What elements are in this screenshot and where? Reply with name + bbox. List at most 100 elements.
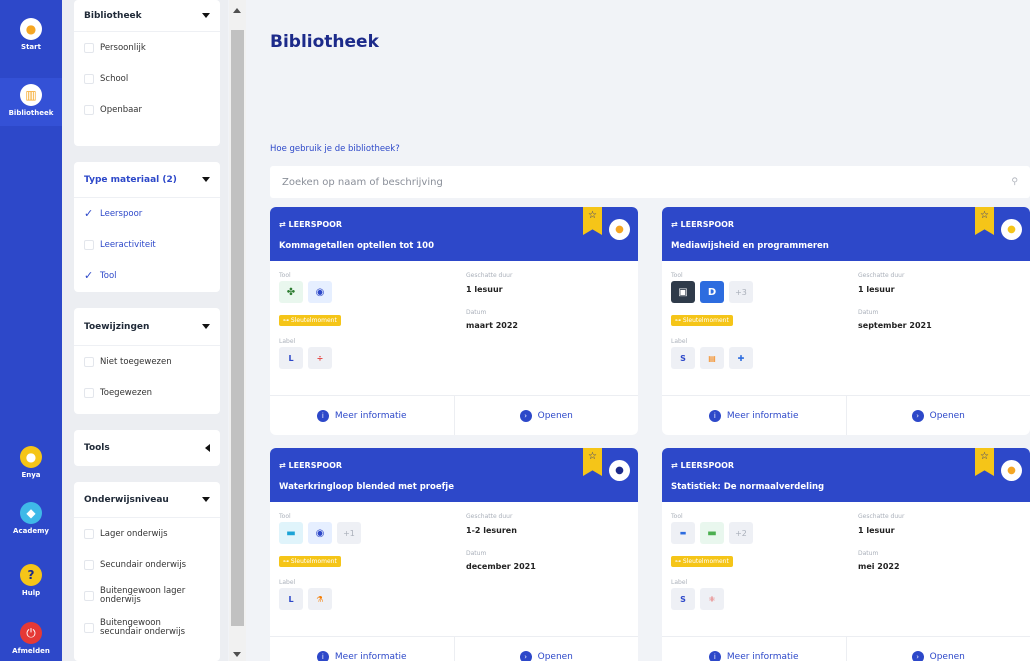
filter-header[interactable]: Onderwijsniveau bbox=[74, 482, 220, 518]
search-input[interactable]: Zoeken op naam of beschrijving ⚲ bbox=[270, 166, 1030, 198]
tool-logo-icon: ◉ bbox=[308, 281, 332, 303]
checkbox[interactable] bbox=[84, 239, 94, 250]
favorite-icon[interactable]: ☆ bbox=[975, 448, 994, 476]
material-card[interactable]: ⇄ LEERSPOOR Waterkringloop blended met p… bbox=[270, 448, 638, 661]
duration-value: 1 lesuur bbox=[858, 285, 895, 294]
card-header: ⇄ LEERSPOOR Waterkringloop blended met p… bbox=[270, 448, 638, 502]
card-title: Waterkringloop blended met proefje bbox=[279, 482, 454, 492]
more-tools-count: +3 bbox=[729, 281, 753, 303]
more-info-button[interactable]: i Meer informatie bbox=[270, 637, 454, 661]
more-info-button[interactable]: i Meer informatie bbox=[270, 396, 454, 435]
material-card[interactable]: ⇄ LEERSPOOR Statistiek: De normaalverdel… bbox=[662, 448, 1030, 661]
tool-logo-icon: ▬ bbox=[700, 522, 724, 544]
more-info-button[interactable]: i Meer informatie bbox=[662, 637, 846, 661]
open-button[interactable]: › Openen bbox=[845, 637, 1030, 661]
material-card[interactable]: ⇄ LEERSPOOR Kommagetallen optellen tot 1… bbox=[270, 207, 638, 435]
scroll-thumb[interactable] bbox=[231, 30, 244, 626]
checkbox[interactable] bbox=[84, 42, 94, 53]
open-button[interactable]: › Openen bbox=[453, 396, 639, 435]
material-card[interactable]: ⇄ LEERSPOOR Mediawijsheid en programmere… bbox=[662, 207, 1030, 435]
filter-type-materiaal: Type materiaal (2) ✓ Leerspoor Leeractivi… bbox=[74, 162, 220, 292]
chevron-left-icon bbox=[205, 444, 210, 452]
card-body: Tool ▣ D +3 ⊶ Sleutelmoment Label S ▤ ✚ … bbox=[662, 261, 1030, 395]
sleutelmoment-badge: ⊶ Sleutelmoment bbox=[671, 315, 733, 326]
help-link[interactable]: Hoe gebruik je de bibliotheek? bbox=[270, 144, 400, 154]
filter-header[interactable]: Type materiaal (2) bbox=[74, 162, 220, 198]
favorite-icon[interactable]: ☆ bbox=[975, 207, 994, 235]
start-logo-icon: ● bbox=[20, 18, 42, 40]
arrow-right-icon: › bbox=[911, 409, 924, 422]
card-header: ⇄ LEERSPOOR Statistiek: De normaalverdel… bbox=[662, 448, 1030, 502]
arrow-right-icon: › bbox=[519, 409, 532, 422]
sleutelmoment-badge: ⊶ Sleutelmoment bbox=[279, 315, 341, 326]
filter-option-leeractiviteit[interactable]: Leeractiviteit bbox=[74, 229, 220, 260]
tool-logo-icon: ◉ bbox=[308, 522, 332, 544]
label-list: S ▤ ✚ bbox=[671, 347, 753, 369]
card-body: Tool ✤ ◉ ⊶ Sleutelmoment Label L ÷ Gesch… bbox=[270, 261, 638, 395]
filter-option-buitengewoon-secundair[interactable]: Buitengewoon secundair onderwijs bbox=[74, 612, 220, 644]
filter-header[interactable]: Toewijzingen bbox=[74, 308, 220, 346]
filter-option-buitengewoon-lager[interactable]: Buitengewoon lager onderwijs bbox=[74, 580, 220, 612]
filter-option-secundair[interactable]: Secundair onderwijs bbox=[74, 549, 220, 580]
more-info-button[interactable]: i Meer informatie bbox=[662, 396, 846, 435]
date-value: december 2021 bbox=[466, 562, 536, 571]
checkbox[interactable] bbox=[84, 387, 94, 398]
filter-header[interactable]: Tools bbox=[74, 430, 220, 466]
help-icon: ? bbox=[20, 564, 42, 586]
tool-list: ✤ ◉ bbox=[279, 281, 332, 303]
owner-avatar: ● bbox=[609, 219, 630, 240]
favorite-icon[interactable]: ☆ bbox=[583, 207, 602, 235]
scroll-down-icon[interactable] bbox=[233, 652, 241, 657]
arrow-right-icon: › bbox=[911, 650, 924, 661]
nav-bibliotheek[interactable]: ▥ Bibliotheek bbox=[0, 78, 62, 126]
open-button[interactable]: › Openen bbox=[845, 396, 1030, 435]
favorite-icon[interactable]: ☆ bbox=[583, 448, 602, 476]
filter-option-lager[interactable]: Lager onderwijs bbox=[74, 518, 220, 549]
checkbox[interactable] bbox=[84, 104, 94, 115]
filter-scrollbar[interactable] bbox=[229, 0, 246, 661]
filter-option-niet-toegewezen[interactable]: Niet toegewezen bbox=[74, 346, 220, 377]
nav-start[interactable]: ● Start bbox=[0, 18, 62, 51]
checkbox[interactable] bbox=[84, 356, 94, 367]
checkmark-icon: ✓ bbox=[84, 207, 94, 220]
filter-onderwijsniveau: Onderwijsniveau Lager onderwijs Secundai… bbox=[74, 482, 220, 661]
nav-hulp[interactable]: ? Hulp bbox=[0, 564, 62, 597]
tool-list: ▬ ▬ +2 bbox=[671, 522, 753, 544]
filter-option-tool[interactable]: ✓ Tool bbox=[74, 260, 220, 291]
main-content: Bibliotheek Hoe gebruik je de bibliothee… bbox=[246, 0, 1030, 661]
info-icon: i bbox=[708, 409, 721, 422]
tool-logo-icon: ▬ bbox=[671, 522, 695, 544]
date-value: september 2021 bbox=[858, 321, 932, 330]
filter-option-openbaar[interactable]: Openbaar bbox=[74, 94, 220, 125]
info-icon: i bbox=[316, 409, 329, 422]
filter-header[interactable]: Bibliotheek bbox=[74, 0, 220, 32]
filter-option-school[interactable]: School bbox=[74, 63, 220, 94]
filter-option-toegewezen[interactable]: Toegewezen bbox=[74, 377, 220, 408]
nav-academy[interactable]: ◆ Academy bbox=[0, 502, 62, 535]
scroll-up-icon[interactable] bbox=[233, 8, 241, 13]
checkbox[interactable] bbox=[84, 559, 94, 570]
checkbox[interactable] bbox=[84, 528, 94, 539]
duration-value: 1 lesuur bbox=[858, 526, 895, 535]
owner-avatar: ● bbox=[1001, 219, 1022, 240]
search-icon[interactable]: ⚲ bbox=[1011, 177, 1018, 187]
checkbox[interactable] bbox=[84, 623, 94, 633]
main-nav: ● Start ▥ Bibliotheek ● Enya ◆ Academy ?… bbox=[0, 0, 62, 661]
date-value: maart 2022 bbox=[466, 321, 518, 330]
user-avatar-icon: ● bbox=[20, 446, 42, 468]
label-list: L ÷ bbox=[279, 347, 332, 369]
nav-afmelden[interactable]: ⏻ Afmelden bbox=[0, 622, 62, 655]
card-body: Tool ▬ ◉ +1 ⊶ Sleutelmoment Label L ⚗ Ge… bbox=[270, 502, 638, 636]
card-title: Kommagetallen optellen tot 100 bbox=[279, 241, 435, 251]
checkbox[interactable] bbox=[84, 591, 94, 601]
tool-logo-icon: D bbox=[700, 281, 724, 303]
nav-enya[interactable]: ● Enya bbox=[0, 446, 62, 479]
checkbox[interactable] bbox=[84, 73, 94, 84]
card-footer: i Meer informatie › Openen bbox=[662, 636, 1030, 661]
filter-option-leerspoor[interactable]: ✓ Leerspoor bbox=[74, 198, 220, 229]
open-button[interactable]: › Openen bbox=[453, 637, 639, 661]
card-footer: i Meer informatie › Openen bbox=[270, 636, 638, 661]
more-tools-count: +1 bbox=[337, 522, 361, 544]
chevron-down-icon bbox=[202, 497, 210, 502]
filter-option-persoonlijk[interactable]: Persoonlijk bbox=[74, 32, 220, 63]
